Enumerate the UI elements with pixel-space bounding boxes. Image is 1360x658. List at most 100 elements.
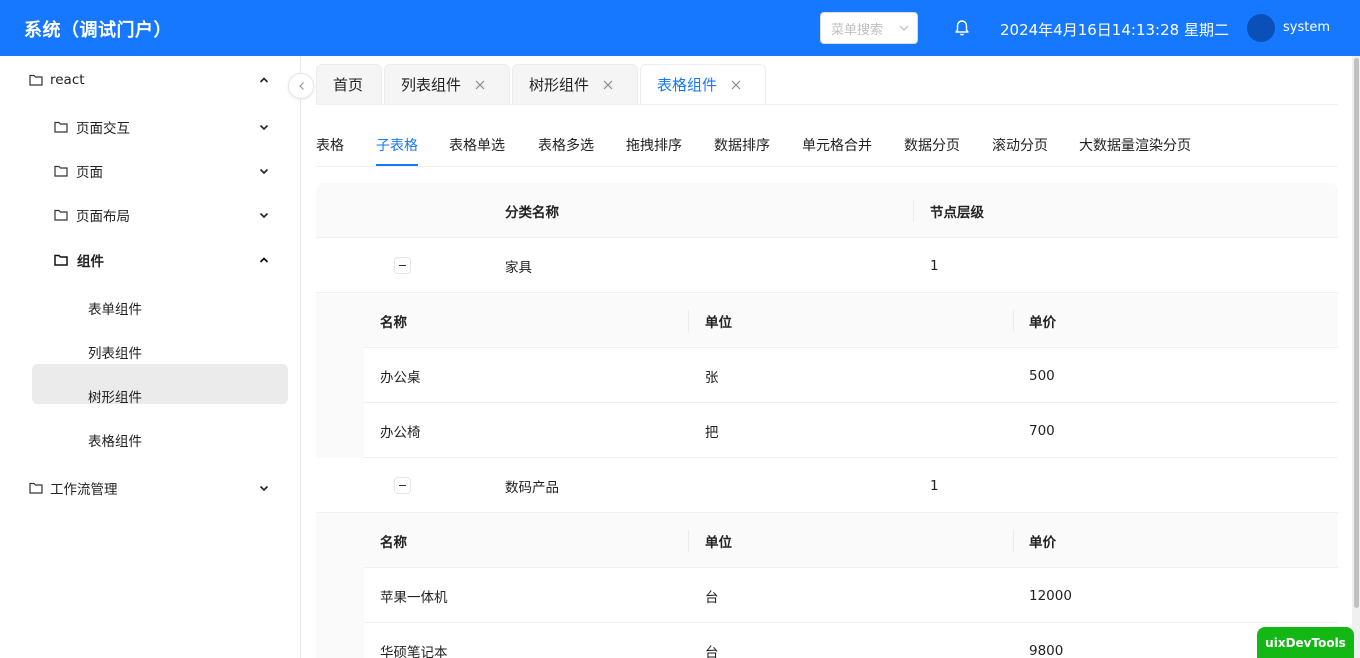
chevron-left-icon [299,82,304,90]
cell-price: 12000 [1029,587,1072,604]
cell-name: 华硕笔记本 [380,644,448,658]
subtab-multi-select[interactable]: 表格多选 [538,135,594,155]
subtab-single-select[interactable]: 表格单选 [449,135,505,155]
cell-category: 家具 [505,259,532,276]
avatar[interactable] [1247,14,1275,42]
collapse-row-button[interactable] [394,477,411,494]
sidebar-item-list-component[interactable]: 列表组件 [0,332,300,372]
sidebar-item-react[interactable]: react [0,60,300,100]
folder-icon [54,165,68,177]
cell-unit: 张 [705,369,719,386]
column-divider [913,200,914,222]
cell-unit: 台 [705,589,719,606]
subcolumn-header-price: 单价 [1029,534,1056,551]
subtable-row: 华硕笔记本 台 9800 [364,623,1338,658]
tab-label: 表格组件 [657,76,718,94]
sidebar-item-page[interactable]: 页面 [0,151,300,191]
nested-subtable-container: 名称 单位 单价 苹果一体机 台 12000 华硕笔记本 台 9800 [316,513,1338,658]
folder-icon [29,74,43,86]
cell-level: 1 [930,477,939,494]
folder-icon [29,482,43,494]
subtable-row: 办公桌 张 500 [364,348,1338,403]
tab-label: 树形组件 [529,76,590,94]
subtab-divider [316,166,1338,167]
column-divider [688,310,689,332]
devtools-button[interactable]: uixDevTools [1257,627,1354,658]
tab-label: 列表组件 [401,76,462,94]
subtab-data-sort[interactable]: 数据排序 [714,135,770,155]
nested-table: 分类名称 节点层级 家具 1 名称 单位 单价 办公桌 张 500 办公椅 把 … [316,183,1338,658]
subcolumn-header-name: 名称 [380,534,407,551]
tab-home[interactable]: 首页 [316,64,382,104]
sidebar-item-form-component[interactable]: 表单组件 [0,288,300,328]
tab-tree-component[interactable]: 树形组件 [512,64,638,104]
cell-unit: 把 [705,424,719,441]
tab-table-component[interactable]: 表格组件 [640,64,766,104]
cell-name: 苹果一体机 [380,589,448,606]
subcolumn-header-name: 名称 [380,314,407,331]
chevron-down-icon [899,25,909,31]
sidebar-item-page-layout[interactable]: 页面布局 [0,195,300,235]
app-title: 系统（调试门户） [24,20,172,41]
sidebar-item-label: 列表组件 [88,346,142,362]
sidebar-item-label: 表格组件 [88,434,142,450]
subcolumn-header-price: 单价 [1029,314,1056,331]
table-row: 数码产品 1 [316,458,1338,513]
column-header-level: 节点层级 [930,204,984,221]
sidebar-item-components[interactable]: 组件 [0,240,300,280]
collapse-row-button[interactable] [394,257,411,274]
column-divider [1013,310,1014,332]
cell-level: 1 [930,257,939,274]
subtab-scroll-pagination[interactable]: 滚动分页 [992,135,1048,155]
subtab-cell-merge[interactable]: 单元格合并 [802,135,872,155]
username[interactable]: system [1283,20,1330,35]
sidebar-item-label: 页面交互 [76,121,130,137]
sidebar-item-label: 树形组件 [88,390,142,406]
subtab-sub-table[interactable]: 子表格 [376,135,418,155]
cell-name: 办公椅 [380,424,421,441]
chevron-down-icon [259,212,269,219]
close-icon[interactable] [731,80,741,90]
column-divider [688,530,689,552]
close-icon[interactable] [603,80,613,90]
subtable-row: 办公椅 把 700 [364,403,1338,458]
cell-price: 500 [1029,367,1055,384]
nested-subtable-container: 名称 单位 单价 办公桌 张 500 办公椅 把 700 [316,293,1338,458]
sidebar-collapse-button[interactable] [288,73,314,99]
chevron-up-icon [259,77,269,83]
sidebar-item-table-component[interactable]: 表格组件 [0,420,300,460]
close-icon[interactable] [475,80,485,90]
sidebar-item-label: react [50,72,85,88]
datetime-display: 2024年4月16日14:13:28 星期二 [1000,21,1229,39]
chevron-down-icon [259,124,269,131]
chevron-down-icon [259,485,269,492]
subtab-pagination[interactable]: 数据分页 [904,135,960,155]
subtab-big-data-pagination[interactable]: 大数据量渲染分页 [1079,135,1191,155]
sidebar-item-label: 页面 [76,165,103,181]
chevron-up-icon [259,257,269,263]
cell-category: 数码产品 [505,479,559,496]
subtable-row: 苹果一体机 台 12000 [364,568,1338,623]
menu-search-select[interactable]: 菜单搜索 [820,12,918,44]
sidebar-item-tree-component[interactable]: 树形组件 [0,376,300,416]
tab-list-component[interactable]: 列表组件 [384,64,510,104]
sidebar-item-page-interaction[interactable]: 页面交互 [0,107,300,147]
sidebar-item-workflow[interactable]: 工作流管理 [0,468,300,508]
subtable-header-row: 名称 单位 单价 [364,513,1338,568]
bell-icon[interactable] [954,19,970,37]
cell-unit: 台 [705,644,719,658]
top-header: 系统（调试门户） 菜单搜索 2024年4月16日14:13:28 星期二 sys… [0,0,1360,56]
subtab-table[interactable]: 表格 [316,135,344,155]
folder-icon [54,121,68,133]
page-scrollbar-thumb[interactable] [1354,58,1359,608]
subtab-active-indicator [376,164,418,166]
subtab-drag-sort[interactable]: 拖拽排序 [626,135,682,155]
chevron-down-icon [259,168,269,175]
subtable-header-row: 名称 单位 单价 [364,293,1338,348]
table-row: 家具 1 [316,238,1338,293]
menu-search-placeholder: 菜单搜索 [831,22,884,38]
subcolumn-header-unit: 单位 [705,534,732,551]
sidebar-item-label: 工作流管理 [50,482,118,498]
cell-name: 办公桌 [380,369,421,386]
tab-label: 首页 [333,76,364,94]
